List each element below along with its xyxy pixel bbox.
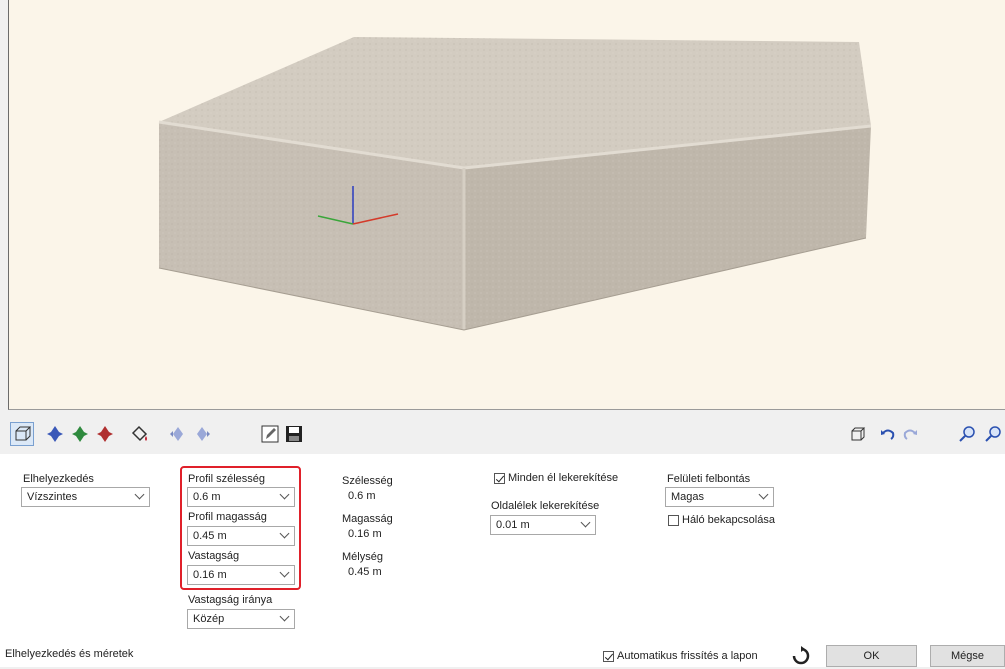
chevron-down-icon [758,489,769,500]
move-right-button[interactable] [190,422,214,446]
height-label: Magasság [342,513,393,525]
redo-button[interactable] [898,422,922,446]
depth-value: 0.45 m [348,566,382,578]
all-edges-rounding-label: Minden él lekerekítése [508,472,619,484]
save-button[interactable] [282,422,306,446]
all-edges-rounding-checkbox[interactable] [494,473,505,484]
view-3d-icon [15,426,31,441]
rotate-red-button[interactable] [93,422,117,446]
profile-width-value: 0.6 m [193,491,221,503]
properties-panel [0,454,1005,667]
thickness-value: 0.16 m [193,569,227,581]
zoom-in-button[interactable] [955,422,979,446]
surface-resolution-label: Felületi felbontás [667,473,751,485]
move-right-icon [197,427,210,441]
profile-height-label: Profil magasság [188,511,267,523]
thickness-direction-select[interactable]: Közép [187,609,295,629]
rotate-blue-button[interactable] [43,422,67,446]
rotate-red-icon [97,426,113,442]
width-value: 0.6 m [348,490,376,502]
chevron-down-icon [279,489,290,500]
refresh-icon [792,646,810,665]
paint-bucket-icon [131,425,148,442]
paint-bucket-button[interactable] [128,422,152,446]
move-left-icon [170,427,183,441]
zoom-in-icon [959,426,975,442]
stone-block-model[interactable] [9,0,1005,410]
view-3d-button[interactable] [10,422,34,446]
mesh-checkbox[interactable] [668,515,679,526]
placement-value: Vízszintes [27,491,78,503]
placement-select[interactable]: Vízszintes [21,487,150,507]
auto-refresh-checkbox[interactable] [603,651,614,662]
undo-icon [881,429,895,440]
thickness-direction-value: Közép [193,613,225,625]
chevron-down-icon [279,528,290,539]
3d-viewport[interactable] [8,0,1005,410]
side-edges-rounding-value: 0.01 m [496,519,530,531]
box-view-icon [851,427,866,441]
surface-resolution-value: Magas [671,491,705,503]
chevron-down-icon [134,489,145,500]
move-left-button[interactable] [166,422,190,446]
profile-width-label: Profil szélesség [188,473,266,485]
chevron-down-icon [279,567,290,578]
rotate-green-icon [72,426,88,442]
toolbar [0,410,1005,454]
placement-label: Elhelyezkedés [23,473,94,485]
box-view-button[interactable] [846,422,870,446]
ok-button[interactable]: OK [826,645,917,667]
auto-refresh-label: Automatikus frissítés a lapon [617,650,758,662]
surface-resolution-select[interactable]: Magas [665,487,774,507]
depth-label: Mélység [342,551,383,563]
chevron-down-icon [279,611,290,622]
thickness-direction-label: Vastagság iránya [188,594,273,606]
rotate-blue-icon [47,426,63,442]
thickness-label: Vastagság [188,550,240,562]
redo-icon [903,429,917,440]
zoom-out-icon [985,426,1001,442]
side-edges-rounding-select[interactable]: 0.01 m [490,515,596,535]
edit-icon [261,425,279,443]
undo-button[interactable] [876,422,900,446]
refresh-button[interactable] [791,646,811,666]
height-value: 0.16 m [348,528,382,540]
cancel-button[interactable]: Mégse [930,645,1005,667]
profile-width-select[interactable]: 0.6 m [187,487,295,507]
profile-height-value: 0.45 m [193,530,227,542]
side-edges-rounding-label: Oldalélek lekerekítése [491,500,600,512]
rotate-green-button[interactable] [68,422,92,446]
section-label: Elhelyezkedés és méretek [5,648,134,660]
edit-button[interactable] [258,422,282,446]
thickness-select[interactable]: 0.16 m [187,565,295,585]
profile-height-select[interactable]: 0.45 m [187,526,295,546]
mesh-label: Háló bekapcsolása [682,514,775,526]
width-label: Szélesség [342,475,393,487]
chevron-down-icon [580,517,591,528]
zoom-out-button[interactable] [981,422,1005,446]
save-icon [286,426,302,442]
